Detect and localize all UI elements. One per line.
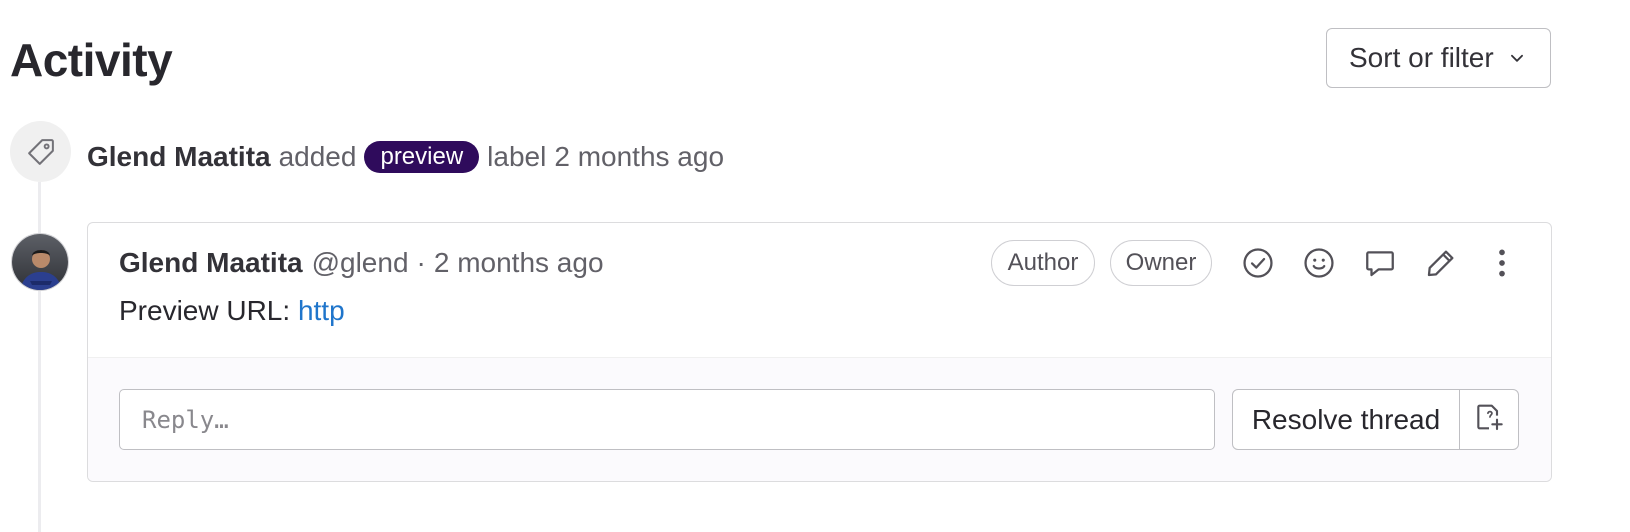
activity-heading: Activity [10, 34, 173, 86]
event-verb: added [278, 141, 357, 172]
note-author-link[interactable]: Glend Maatita [119, 247, 303, 279]
label-event-text: Glend Maatita added preview label 2 mont… [87, 138, 724, 176]
sort-button-label: Sort or filter [1349, 42, 1494, 73]
preview-label-badge[interactable]: preview [364, 141, 480, 173]
note-author-handle[interactable]: @glend [312, 247, 409, 279]
note-time[interactable]: 2 months ago [434, 247, 604, 279]
event-author-link[interactable]: Glend Maatita [87, 141, 271, 173]
note-separator: · [416, 247, 426, 278]
edit-icon[interactable] [1419, 241, 1463, 285]
more-actions-icon[interactable] [1480, 241, 1524, 285]
reply-area: Resolve thread [88, 357, 1551, 481]
activity-page: Activity Sort or filter Glend Maatita ad… [0, 0, 1630, 532]
author-badge: Author [991, 240, 1095, 286]
note-body: Preview URL: http [119, 295, 345, 327]
resolve-button-group: Resolve thread [1232, 389, 1519, 450]
reply-icon[interactable] [1358, 241, 1402, 285]
label-icon [10, 121, 71, 182]
create-issue-button[interactable] [1460, 390, 1518, 449]
reply-input[interactable] [119, 389, 1215, 450]
emoji-icon[interactable] [1297, 241, 1341, 285]
owner-badge: Owner [1110, 240, 1212, 286]
sort-or-filter-button[interactable]: Sort or filter [1326, 28, 1551, 88]
preview-url-link[interactable]: http [298, 295, 345, 326]
user-avatar[interactable] [11, 233, 69, 291]
note-body-prefix: Preview URL: [119, 295, 291, 326]
note-card: Glend Maatita @glend · 2 months ago Auth… [87, 222, 1552, 482]
resolve-icon[interactable] [1236, 241, 1280, 285]
resolve-thread-button[interactable]: Resolve thread [1233, 390, 1460, 449]
create-issue-icon [1473, 401, 1505, 438]
event-suffix: label [487, 141, 547, 172]
note-header: Glend Maatita @glend · 2 months ago [119, 239, 604, 287]
event-time[interactable]: 2 months ago [554, 141, 724, 173]
chevron-down-icon [1508, 49, 1526, 67]
